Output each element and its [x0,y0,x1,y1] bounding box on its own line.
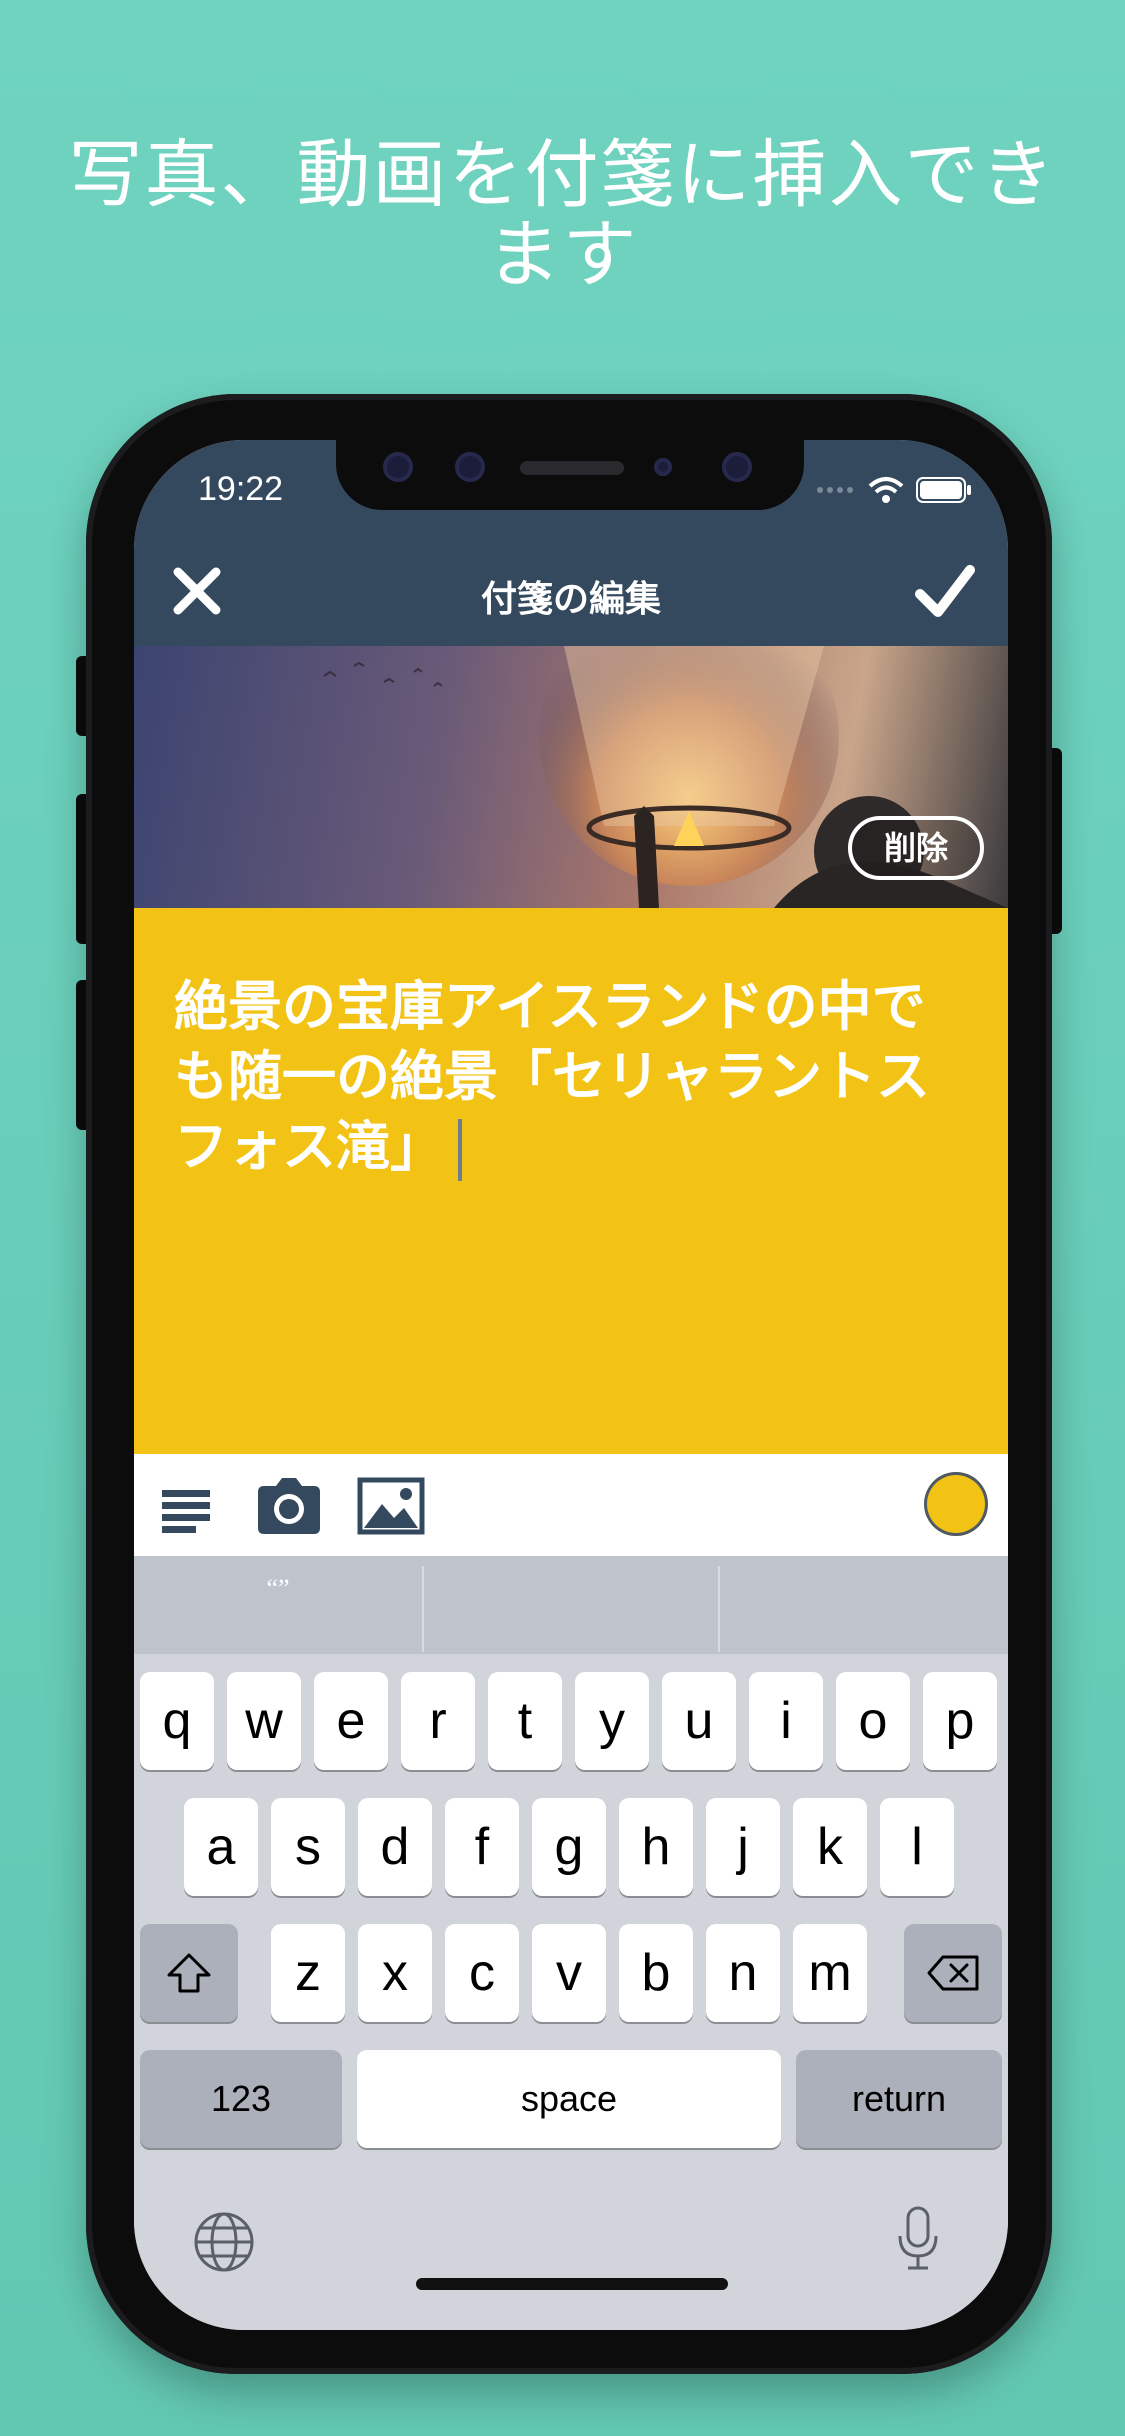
key-f[interactable]: f [445,1798,519,1896]
camera-icon[interactable] [254,1472,324,1538]
prediction-quotes-label: “” [266,1574,290,1603]
key-y[interactable]: y [575,1672,649,1770]
format-icon[interactable] [158,1472,228,1538]
prediction-right[interactable] [720,1556,1008,1654]
status-icons [816,476,972,504]
note-editor[interactable]: 絶景の宝庫アイスランドの中でも随一の絶景「セリャラントスフォス滝」 [134,908,1008,1454]
shift-icon [167,1953,211,1993]
key-x[interactable]: x [358,1924,432,2022]
sensor-icon [455,452,485,482]
phone-screen: 19:22 付箋の編集 削除 絶景の宝庫アイスランドの中でも随一の絶景「セリャラ… [134,440,1008,2330]
note-text: 絶景の宝庫アイスランドの中でも随一の絶景「セリャラントスフォス滝」 [174,975,930,1178]
text-cursor [458,1119,462,1182]
key-a[interactable]: a [184,1798,258,1896]
status-time: 19:22 [198,470,284,508]
key-z[interactable]: z [271,1924,345,2022]
promo-headline: 写真、動画を付箋に挿入できます [68,132,1057,298]
shift-key[interactable] [140,1924,238,2022]
key-e[interactable]: e [314,1672,388,1770]
globe-icon[interactable] [192,2210,256,2274]
note-text-field[interactable]: 絶景の宝庫アイスランドの中でも随一の絶景「セリャラントスフォス滝」 [174,972,978,1182]
key-l[interactable]: l [880,1798,954,1896]
key-t[interactable]: t [488,1672,562,1770]
delete-key[interactable] [904,1924,1002,2022]
attached-photo: 削除 [134,646,1008,908]
key-b[interactable]: b [619,1924,693,2022]
wifi-icon [868,477,904,503]
home-indicator[interactable] [416,2278,728,2290]
key-q[interactable]: q [140,1672,214,1770]
key-i[interactable]: i [749,1672,823,1770]
key-n[interactable]: n [706,1924,780,2022]
keyboard: q w e r t y u i o p a s d f g h j k l z … [134,1654,1008,2330]
prediction-quotes[interactable]: “” [134,1556,422,1654]
return-key[interactable]: return [796,2050,1002,2148]
earpiece-speaker [520,461,624,475]
signal-dots-icon [817,487,853,493]
face-id-camera-icon [722,452,752,482]
key-u[interactable]: u [662,1672,736,1770]
space-key[interactable]: space [357,2050,781,2148]
key-m[interactable]: m [793,1924,867,2022]
checkmark-icon[interactable] [912,558,978,624]
image-icon[interactable] [356,1472,426,1538]
key-d[interactable]: d [358,1798,432,1896]
key-g[interactable]: g [532,1798,606,1896]
backspace-icon [927,1955,979,1991]
front-camera-icon [383,452,413,482]
key-j[interactable]: j [706,1798,780,1896]
editor-toolbar [134,1454,1008,1556]
note-color-picker[interactable] [924,1472,988,1536]
microphone-icon[interactable] [894,2204,942,2274]
key-s[interactable]: s [271,1798,345,1896]
key-w[interactable]: w [227,1672,301,1770]
battery-icon [916,477,971,503]
proximity-sensor-icon [654,458,672,476]
key-c[interactable]: c [445,1924,519,2022]
key-h[interactable]: h [619,1798,693,1896]
key-p[interactable]: p [923,1672,997,1770]
key-o[interactable]: o [836,1672,910,1770]
nav-title: 付箋の編集 [480,579,661,620]
key-r[interactable]: r [401,1672,475,1770]
predictive-bar: “” [134,1556,1008,1654]
prediction-middle[interactable] [424,1556,718,1654]
numbers-key[interactable]: 123 [140,2050,342,2148]
key-v[interactable]: v [532,1924,606,2022]
delete-photo-button[interactable]: 削除 [848,816,984,880]
key-k[interactable]: k [793,1798,867,1896]
